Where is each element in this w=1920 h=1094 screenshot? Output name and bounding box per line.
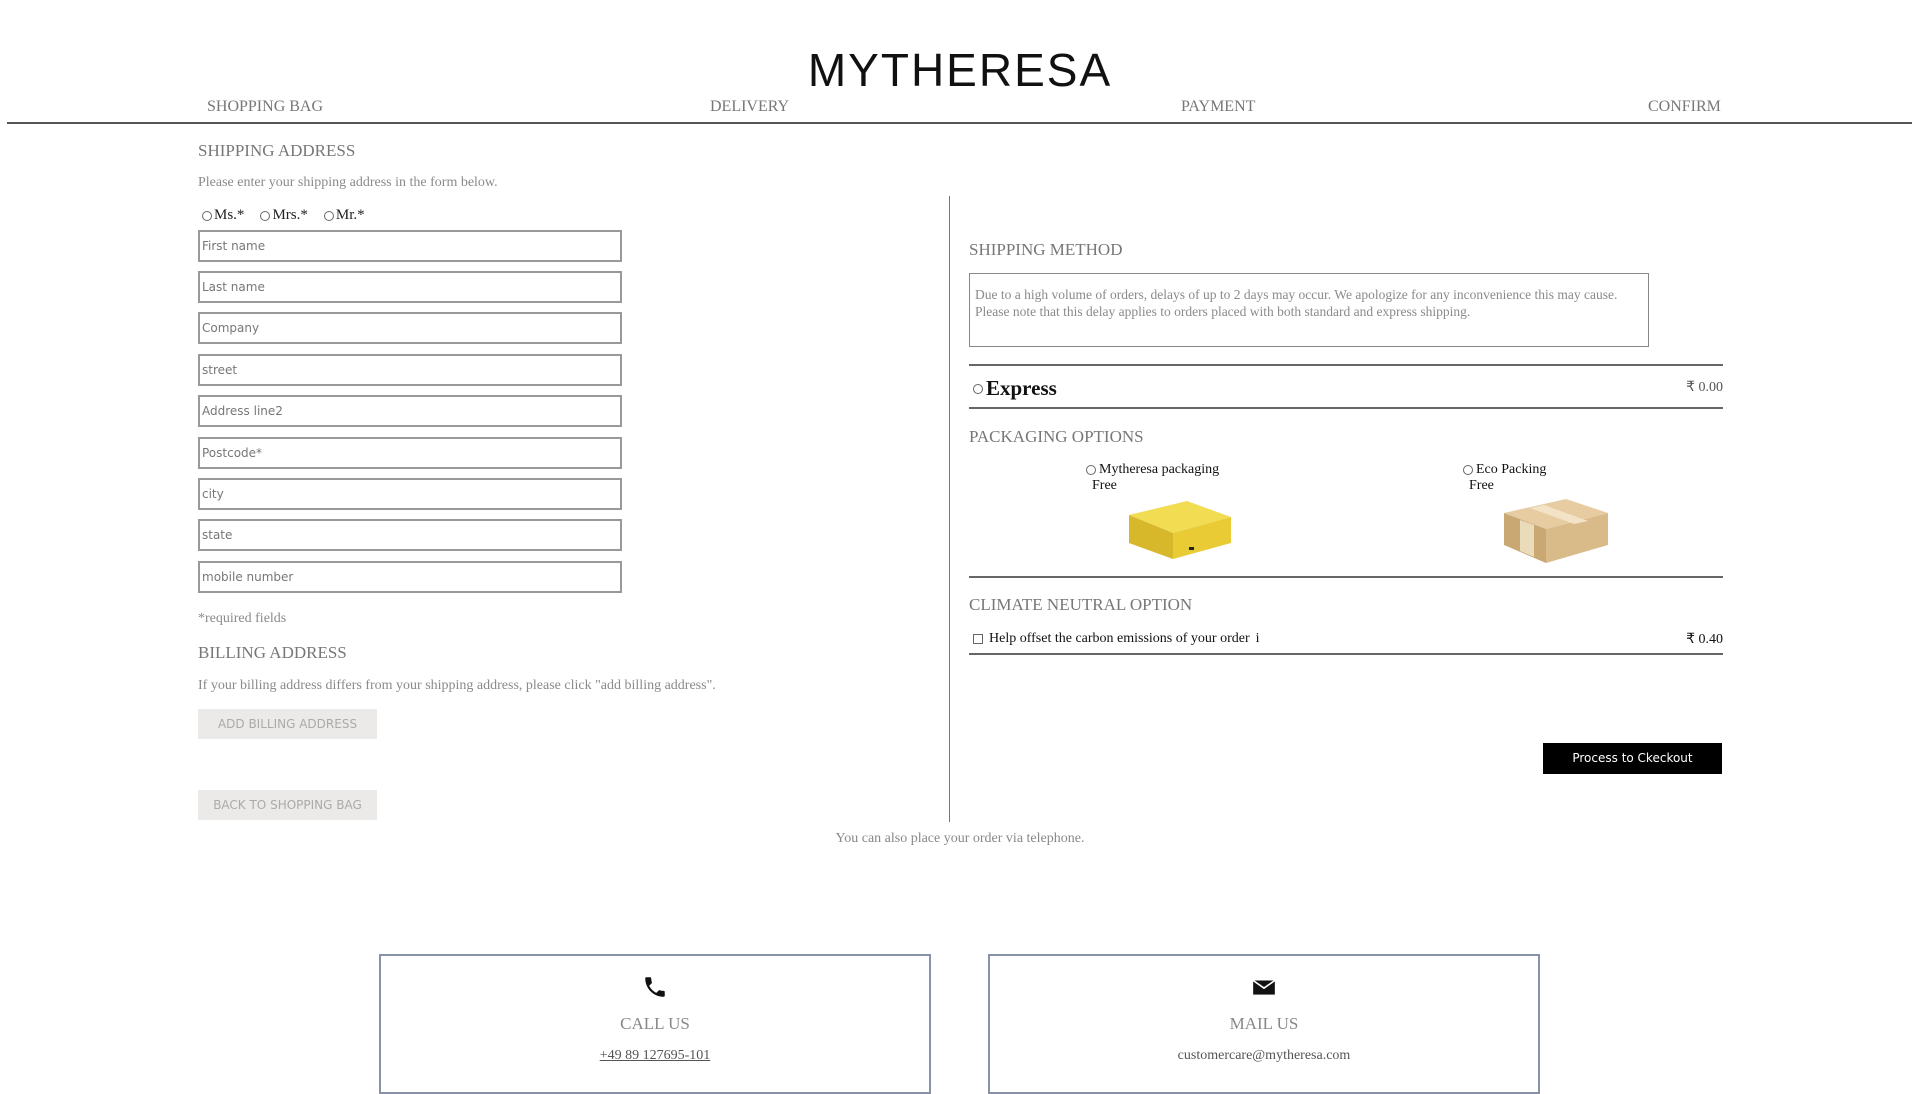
radio-icon[interactable]: [202, 210, 212, 221]
climate-option[interactable]: Help offset the carbon emissions of your…: [973, 631, 1260, 647]
street-field: [198, 354, 622, 386]
salutation-mr-label: Mr.*: [335, 207, 365, 223]
step-shopping-bag[interactable]: SHOPPING BAG: [207, 98, 323, 116]
salutation-mrs[interactable]: Mrs.*: [260, 207, 308, 224]
telephone-order-note: You can also place your order via teleph…: [835, 831, 1085, 846]
postcode-field: [198, 437, 622, 469]
packaging-option-label: Eco Packing: [1476, 462, 1547, 477]
packaging-option-price: Free: [1092, 478, 1117, 493]
phone-icon: [645, 977, 665, 997]
shipping-delay-notice: Due to a high volume of orders, delays o…: [969, 273, 1649, 347]
radio-icon[interactable]: [323, 210, 334, 221]
back-to-shopping-bag-button[interactable]: BACK TO SHOPPING BAG: [198, 790, 377, 820]
header-divider: [7, 122, 1912, 124]
express-label: Express: [986, 376, 1057, 400]
company-input[interactable]: [200, 314, 620, 342]
address-line2-input[interactable]: [200, 397, 620, 425]
city-field: [198, 478, 622, 510]
process-to-checkout-button[interactable]: Process to Ckeckout: [1543, 743, 1722, 774]
state-input[interactable]: [200, 521, 620, 549]
last-name-field: [198, 271, 622, 303]
climate-price: ₹ 0.40: [1686, 632, 1723, 647]
salutation-ms-label: Ms.*: [214, 207, 245, 223]
city-input[interactable]: [200, 480, 620, 508]
salutation-group: Ms.* Mrs.* Mr.*: [202, 207, 365, 224]
add-billing-address-button[interactable]: ADD BILLING ADDRESS: [198, 709, 377, 739]
billing-intro: If your billing address differs from you…: [198, 678, 716, 693]
cardboard-box-image: [1504, 499, 1608, 563]
last-name-input[interactable]: [200, 273, 620, 301]
radio-icon[interactable]: [973, 383, 983, 394]
mobile-input[interactable]: [200, 563, 620, 591]
address-line2-field: [198, 395, 622, 427]
state-field: [198, 519, 622, 551]
envelope-icon: [1252, 979, 1276, 995]
radio-icon[interactable]: [1463, 465, 1473, 475]
packaging-option-price: Free: [1469, 478, 1494, 493]
climate-neutral-title: CLIMATE NEUTRAL OPTION: [969, 595, 1193, 614]
packaging-options-title: PACKAGING OPTIONS: [969, 427, 1144, 446]
street-input[interactable]: [200, 356, 620, 384]
billing-address-title: BILLING ADDRESS: [198, 643, 347, 662]
salutation-mrs-label: Mrs.*: [272, 207, 308, 223]
column-divider: [949, 196, 950, 822]
packaging-option-eco[interactable]: Eco Packing Free: [1463, 462, 1546, 494]
rule: [969, 364, 1723, 366]
call-us-box: CALL US +49 89 127695-101: [379, 954, 931, 1094]
phone-number-link[interactable]: +49 89 127695-101: [381, 1048, 929, 1064]
call-us-title: CALL US: [620, 1014, 690, 1033]
step-delivery: DELIVERY: [710, 98, 790, 115]
step-payment: PAYMENT: [1181, 98, 1256, 115]
email-link[interactable]: customercare@mytheresa.com: [990, 1048, 1538, 1064]
info-icon[interactable]: i: [1256, 631, 1260, 647]
radio-icon[interactable]: [260, 210, 271, 221]
first-name-input[interactable]: [200, 232, 620, 260]
rule: [969, 576, 1723, 578]
radio-icon[interactable]: [1086, 465, 1096, 475]
yellow-gift-box-image: [1129, 501, 1231, 559]
rule: [969, 653, 1723, 655]
required-fields-note: *required fields: [198, 611, 287, 626]
packaging-option-label: Mytheresa packaging: [1099, 462, 1220, 477]
postcode-input[interactable]: [200, 439, 620, 467]
shipping-intro: Please enter your shipping address in th…: [198, 175, 498, 190]
express-option[interactable]: Express: [973, 376, 1057, 401]
mobile-field: [198, 561, 622, 593]
climate-label: Help offset the carbon emissions of your…: [989, 631, 1250, 646]
mail-us-box: MAIL US customercare@mytheresa.com: [988, 954, 1540, 1094]
rule: [969, 407, 1723, 409]
express-price: ₹ 0.00: [1686, 380, 1723, 395]
brand-logo[interactable]: MYTHERESA: [0, 44, 1920, 96]
checkbox[interactable]: [973, 634, 983, 644]
shipping-method-title: SHIPPING METHOD: [969, 240, 1123, 259]
step-confirm: CONFIRM: [1648, 98, 1721, 115]
shipping-address-title: SHIPPING ADDRESS: [198, 141, 356, 160]
mail-us-title: MAIL US: [1229, 1014, 1299, 1033]
salutation-ms[interactable]: Ms.*: [202, 207, 244, 224]
first-name-field: [198, 230, 622, 262]
packaging-option-mytheresa[interactable]: Mytheresa packaging Free: [1086, 462, 1219, 494]
salutation-mr[interactable]: Mr.*: [323, 207, 365, 224]
company-field: [198, 312, 622, 344]
